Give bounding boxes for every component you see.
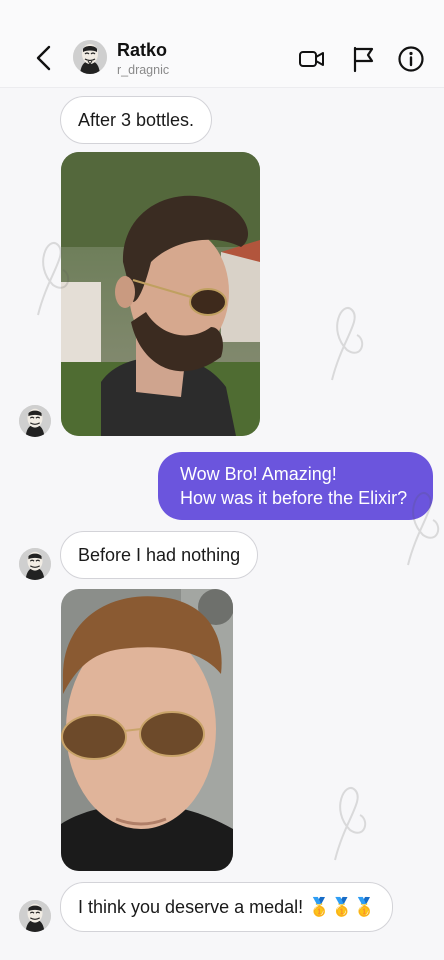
incoming-message-bubble[interactable]: I think you deserve a medal! 🥇🥇🥇 — [60, 882, 394, 932]
message-photo[interactable] — [61, 589, 233, 871]
incoming-message-bubble[interactable]: Before I had nothing — [60, 531, 259, 579]
message-photo[interactable] — [61, 152, 260, 436]
outgoing-message-bubble[interactable]: Wow Bro! Amazing! How was it before the … — [158, 452, 433, 520]
contact-avatar[interactable] — [73, 40, 107, 74]
incoming-message-bubble[interactable]: After 3 bottles. — [60, 96, 213, 144]
message-text: After 3 bottles. — [78, 109, 195, 130]
video-call-icon[interactable] — [297, 44, 327, 74]
contact-avatar[interactable] — [19, 900, 51, 932]
contact-avatar[interactable] — [19, 405, 51, 437]
message-text-line: Wow Bro! Amazing! — [180, 464, 337, 484]
chat-header: Ratko r_dragnic — [0, 0, 444, 88]
message-text-line: How was it before the Elixir? — [180, 488, 408, 508]
watermark-signature — [334, 787, 367, 861]
info-icon[interactable] — [396, 44, 426, 74]
contact-name[interactable]: Ratko — [117, 40, 167, 61]
contact-username: r_dragnic — [117, 63, 170, 77]
flag-icon[interactable] — [348, 44, 378, 74]
message-text: I think you deserve a medal! 🥇🥇🥇 — [78, 896, 376, 917]
chevron-left-icon[interactable] — [30, 42, 58, 74]
contact-avatar[interactable] — [19, 548, 51, 580]
watermark-signature — [331, 307, 364, 381]
message-text: Before I had nothing — [78, 544, 241, 565]
